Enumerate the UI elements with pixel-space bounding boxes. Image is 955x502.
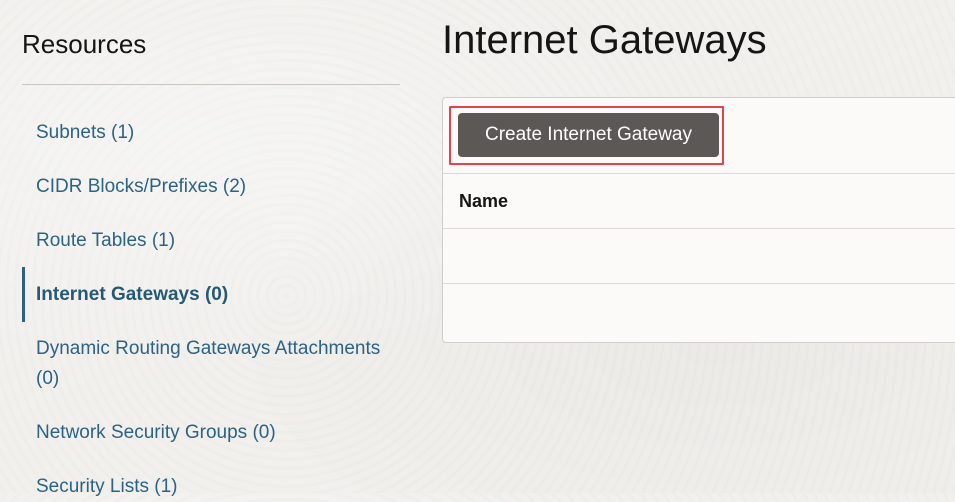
- table-toolbar: Create Internet Gateway: [443, 98, 955, 174]
- sidebar-item-drg-attachments[interactable]: Dynamic Routing Gateways Attachments (0): [22, 334, 400, 394]
- sidebar-item-route-tables[interactable]: Route Tables (1): [22, 226, 400, 256]
- internet-gateways-panel: Create Internet Gateway Name: [442, 97, 955, 343]
- sidebar-item-network-security-groups[interactable]: Network Security Groups (0): [22, 418, 400, 448]
- page-title: Internet Gateways: [442, 18, 767, 62]
- resources-sidebar: Resources Subnets (1) CIDR Blocks/Prefix…: [22, 0, 400, 497]
- sidebar-title: Resources: [22, 29, 147, 59]
- sidebar-item-security-lists[interactable]: Security Lists (1): [22, 472, 400, 502]
- sidebar-item-subnets[interactable]: Subnets (1): [22, 118, 400, 148]
- table-row: [443, 284, 955, 338]
- table-header: Name: [443, 174, 955, 229]
- sidebar-item-label: Dynamic Routing Gateways Attachments (0): [36, 338, 381, 389]
- sidebar-item-internet-gateways[interactable]: Internet Gateways (0): [22, 267, 400, 322]
- column-header-name[interactable]: Name: [459, 174, 508, 228]
- sidebar-item-cidr-blocks[interactable]: CIDR Blocks/Prefixes (2): [22, 172, 400, 202]
- sidebar-divider: [22, 84, 400, 85]
- create-internet-gateway-button[interactable]: Create Internet Gateway: [458, 113, 719, 157]
- table-row: [443, 229, 955, 284]
